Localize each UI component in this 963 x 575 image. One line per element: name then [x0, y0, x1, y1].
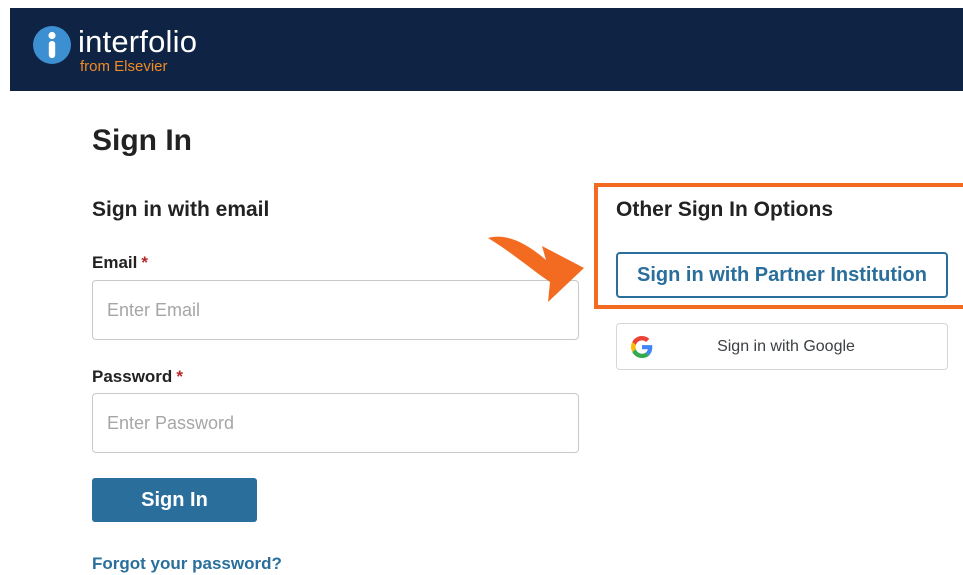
sign-in-button[interactable]: Sign In [92, 478, 257, 522]
required-marker: * [176, 367, 183, 386]
brand-subtitle: from Elsevier [80, 58, 168, 75]
sign-in-page: interfolio from Elsevier Sign In Sign in… [0, 0, 963, 575]
other-options-title: Other Sign In Options [616, 198, 833, 221]
google-button-label: Sign in with Google [717, 338, 855, 355]
partner-institution-button[interactable]: Sign in with Partner Institution [616, 252, 948, 298]
password-input[interactable] [92, 393, 579, 453]
header-bar: interfolio from Elsevier [10, 8, 963, 91]
required-marker: * [141, 253, 148, 272]
curved-arrow-icon [488, 236, 584, 302]
google-icon [631, 336, 653, 358]
email-label: Email * [92, 252, 148, 274]
password-label-text: Password [92, 367, 173, 386]
email-section-title: Sign in with email [92, 198, 270, 221]
interfolio-logo-icon [33, 26, 71, 64]
password-label: Password * [92, 366, 183, 388]
forgot-password-link[interactable]: Forgot your password? [92, 553, 282, 575]
brand-name: interfolio [78, 24, 198, 59]
email-label-text: Email [92, 253, 138, 272]
google-sign-in-button[interactable]: Sign in with Google [616, 323, 948, 370]
page-title: Sign In [92, 124, 192, 157]
